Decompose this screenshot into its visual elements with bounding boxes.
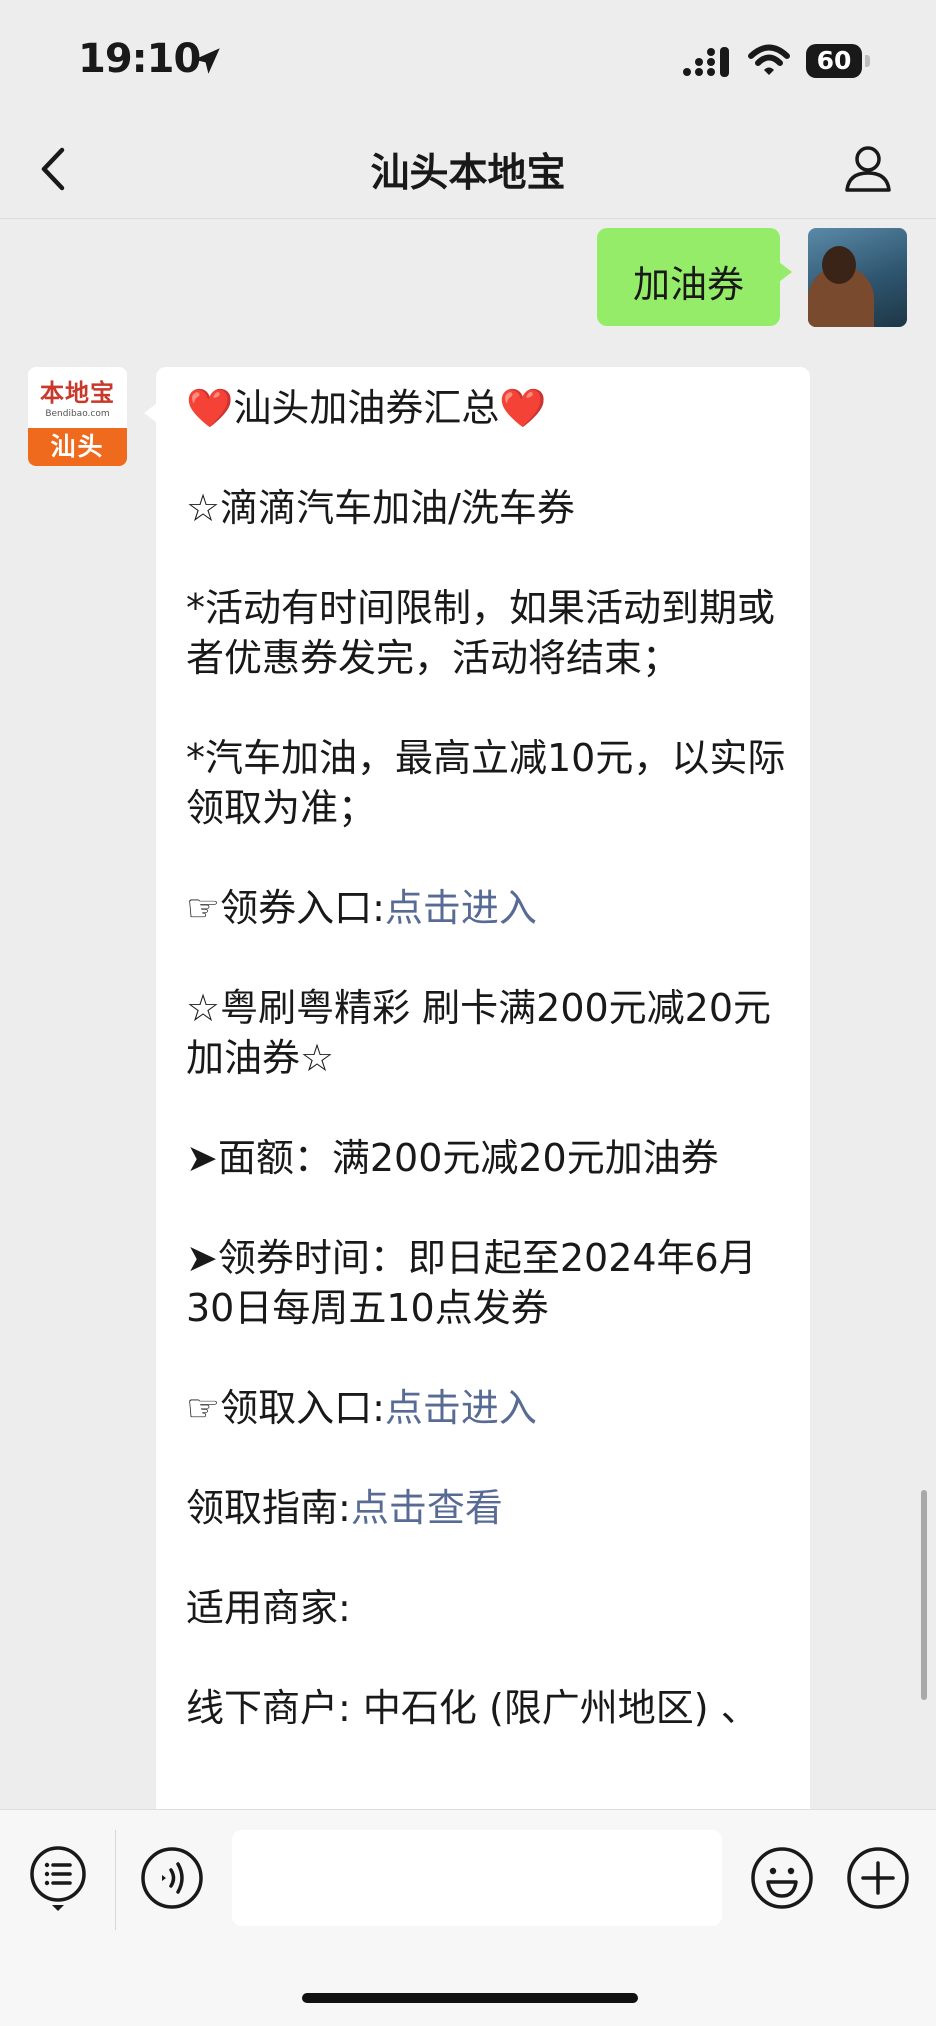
cellular-signal-icon: [683, 47, 729, 77]
my-message-bubble[interactable]: 加油券: [597, 228, 792, 326]
entry-claim-label: ☞领取入口:: [186, 1386, 385, 1430]
logo-sub-text: Bendibao.com: [45, 409, 110, 419]
note-discount: *汽车加油，最高立减10元，以实际领取为准；: [186, 736, 786, 830]
my-avatar[interactable]: [808, 228, 907, 327]
location-arrow-icon: [194, 48, 220, 74]
entry-coupon-label: ☞领券入口:: [186, 886, 385, 930]
my-message-text: 加油券: [633, 263, 744, 306]
battery-level: 60: [806, 44, 862, 78]
avatar-head: [822, 246, 856, 284]
battery-indicator: 60: [806, 44, 870, 78]
logo-top: 本地宝 Bendibao.com: [28, 367, 127, 427]
entry-claim: ☞领取入口:点击进入: [186, 1383, 796, 1433]
message-title-text: 汕头加油券汇总: [233, 386, 500, 430]
official-account-avatar[interactable]: 本地宝 Bendibao.com 汕头: [28, 367, 127, 466]
entry-coupon-link[interactable]: 点击进入: [385, 886, 537, 930]
section-didi: ☆滴滴汽车加油/洗车券: [186, 486, 575, 530]
wifi-icon: [748, 44, 790, 75]
section-yueshua: ☆粤刷粤精彩 刷卡满200元减20元加油券☆: [186, 986, 772, 1080]
emoji-icon[interactable]: [750, 1846, 814, 1910]
status-bar: 19:10 60: [0, 0, 936, 120]
entry-coupon: ☞领券入口:点击进入: [186, 883, 796, 933]
claim-time: ➤领券时间：即日起至2024年6月30日每周五10点发券: [186, 1236, 757, 1330]
logo-city-text: 汕头: [28, 428, 127, 466]
message-input[interactable]: [232, 1830, 722, 1926]
scrollbar-thumb[interactable]: [921, 1490, 927, 1700]
logo-main-text: 本地宝: [40, 379, 115, 407]
input-bar-divider: [115, 1830, 116, 1930]
merchants-label: 适用商家:: [186, 1586, 351, 1630]
menu-list-icon[interactable]: [28, 1844, 88, 1916]
heart-icon: ❤️: [186, 386, 234, 430]
plus-icon[interactable]: [846, 1846, 910, 1910]
chat-title: 汕头本地宝: [370, 151, 566, 196]
offline-merchants: 线下商户: 中石化 (限广州地区) 、: [186, 1686, 759, 1730]
nav-bar: 汕头本地宝: [0, 120, 936, 219]
claim-guide-label: 领取指南:: [186, 1486, 351, 1530]
claim-guide-link[interactable]: 点击查看: [351, 1486, 503, 1530]
official-message-bubble[interactable]: ❤️汕头加油券汇总❤️ ☆滴滴汽车加油/洗车券 *活动有时间限制，如果活动到期或…: [144, 367, 810, 1809]
heart-icon: ❤️: [499, 386, 547, 430]
profile-icon[interactable]: [842, 142, 894, 194]
home-indicator: [302, 1993, 638, 2003]
face-value: ➤面额：满200元减20元加油券: [186, 1136, 719, 1180]
voice-icon[interactable]: [140, 1846, 204, 1910]
message-title: ❤️汕头加油券汇总❤️: [186, 383, 796, 433]
claim-guide: 领取指南:点击查看: [186, 1483, 796, 1533]
status-time: 19:10: [78, 36, 201, 82]
entry-claim-link[interactable]: 点击进入: [385, 1386, 537, 1430]
battery-cap: [865, 55, 870, 67]
message-content: ❤️汕头加油券汇总❤️ ☆滴滴汽车加油/洗车券 *活动有时间限制，如果活动到期或…: [186, 383, 796, 1733]
chat-area[interactable]: 加油券 本地宝 Bendibao.com 汕头 ❤️汕头加油券汇总❤️ ☆滴滴汽…: [0, 219, 936, 1809]
note-time-limit: *活动有时间限制，如果活动到期或者优惠券发完，活动将结束；: [186, 586, 776, 680]
